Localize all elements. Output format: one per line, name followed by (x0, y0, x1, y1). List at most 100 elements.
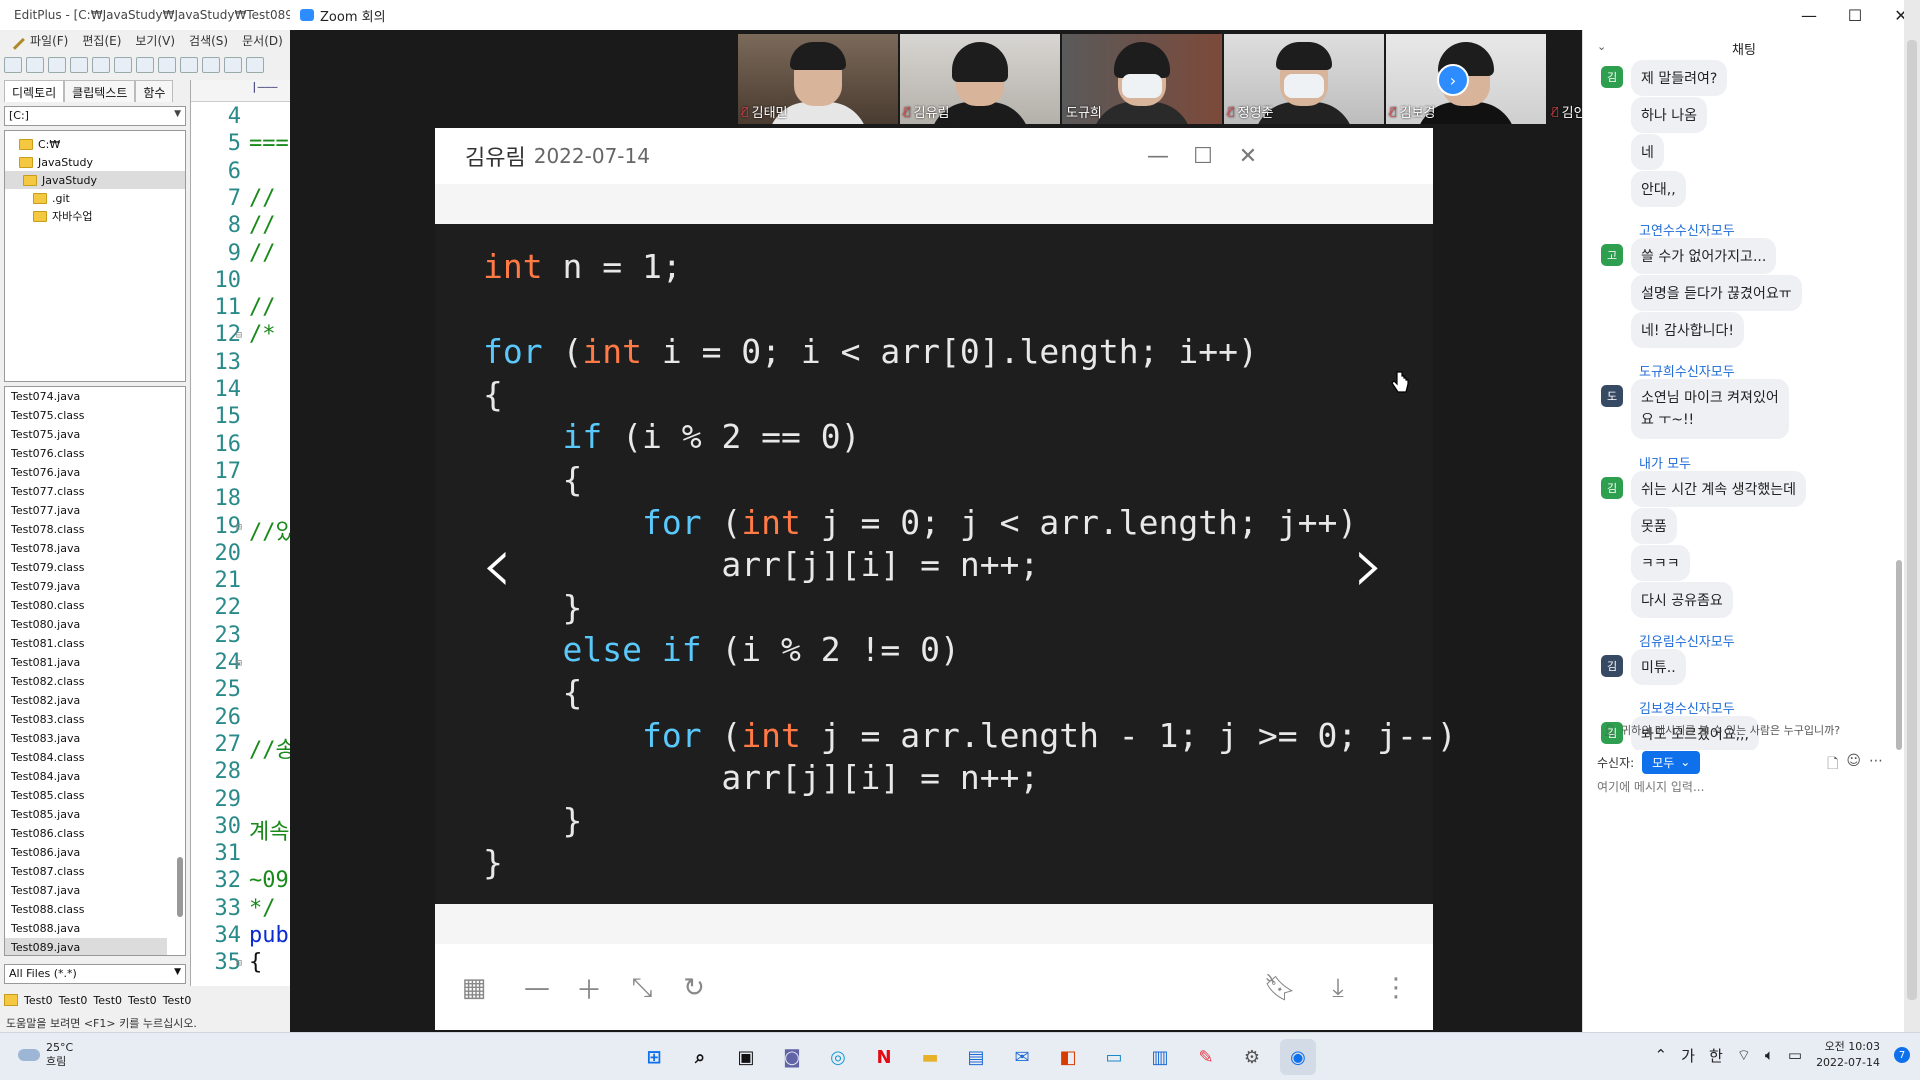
battery-icon[interactable]: ▭ (1788, 1046, 1802, 1064)
viewer-maximize-button[interactable]: ☐ (1187, 140, 1219, 172)
maximize-button[interactable]: ☐ (1832, 0, 1878, 30)
file-list-item[interactable]: Test082.java (5, 691, 185, 710)
office-icon[interactable]: ◧ (1050, 1039, 1086, 1075)
recipient-dropdown[interactable]: 모두 ⌄ (1642, 750, 1701, 774)
tree-item-javastudy[interactable]: JavaStudy (5, 153, 185, 171)
notification-badge[interactable]: 7 (1894, 1047, 1910, 1063)
chat-message-bubble[interactable]: ㅋㅋㅋ (1631, 545, 1690, 581)
file-list-item[interactable]: Test081.java (5, 653, 185, 672)
edge-icon[interactable]: ◎ (820, 1039, 856, 1075)
save-all-icon[interactable] (70, 57, 88, 73)
file-list-item[interactable]: Test084.java (5, 767, 185, 786)
doc-tab[interactable]: Test0 (59, 994, 88, 1007)
file-list-item[interactable]: Test079.java (5, 577, 185, 596)
file-filter-select[interactable]: All Files (*.*) ▼ (4, 964, 186, 984)
netflix-icon[interactable]: N (866, 1039, 902, 1075)
file-list-item[interactable]: Test076.class (5, 444, 185, 463)
rotate-icon[interactable]: ↻ (677, 971, 711, 1005)
chat-message-bubble[interactable]: 쓸 수가 없어가지고... (1631, 238, 1777, 274)
file-list-item[interactable]: Test075.java (5, 425, 185, 444)
more-icon[interactable]: ⋯ (1869, 753, 1883, 777)
minimize-button[interactable]: — (1786, 0, 1832, 30)
delete-icon[interactable] (246, 57, 264, 73)
menu-document[interactable]: 문서(D) (242, 32, 283, 49)
file-list-item[interactable]: Test083.class (5, 710, 185, 729)
search-icon[interactable]: ⌕ (682, 1039, 718, 1075)
file-list-item[interactable]: Test078.class (5, 520, 185, 539)
file-list-item[interactable]: Test077.java (5, 501, 185, 520)
tab-functions[interactable]: 함수 (135, 80, 174, 102)
participant-tile-active-speaker[interactable]: 도규희 (1062, 34, 1222, 124)
file-list-item[interactable]: Test083.java (5, 729, 185, 748)
next-image-button[interactable]: › (1345, 518, 1393, 611)
fold-toggle-icon[interactable]: ⊟ (236, 330, 242, 341)
file-list-scrollbar[interactable] (177, 857, 183, 917)
store-icon[interactable]: ▤ (958, 1039, 994, 1075)
bookmark-icon[interactable]: 🔖︎ (1263, 971, 1297, 1005)
grid-view-icon[interactable]: ▦ (457, 971, 491, 1005)
file-list-item[interactable]: Test076.java (5, 463, 185, 482)
chat-message-bubble[interactable]: 네! 감사합니다! (1631, 312, 1744, 348)
tab-directory[interactable]: 디렉토리 (4, 80, 65, 102)
more-options-icon[interactable]: ⋮ (1379, 971, 1413, 1005)
file-icon[interactable]: 🗋︎ (1827, 753, 1838, 777)
file-list-item[interactable]: Test087.java (5, 881, 185, 900)
previous-image-button[interactable]: ‹ (473, 518, 521, 611)
fold-toggle-icon[interactable]: ⊟ (236, 958, 242, 969)
ime-language[interactable]: 한 (1709, 1045, 1723, 1066)
tab-cliptext[interactable]: 클립텍스트 (64, 80, 136, 102)
file-list-item[interactable]: Test074.java (5, 387, 185, 406)
doc-tab[interactable]: Test0 (128, 994, 157, 1007)
menu-search[interactable]: 검색(S) (189, 32, 228, 49)
chat-scrollbar[interactable] (1896, 60, 1902, 750)
chevron-up-icon[interactable]: ⌃ (1655, 1046, 1668, 1064)
chat-message-bubble[interactable]: 못품 (1631, 508, 1677, 544)
zoom-out-icon[interactable]: — (520, 971, 554, 1005)
mail-icon[interactable]: ✉ (1004, 1039, 1040, 1075)
code-editor[interactable]: |——— 4 5 === 6 7//8//9//10 11//12 ⊟/* 13 14 15 16 1… (190, 80, 300, 986)
print-preview-icon[interactable] (92, 57, 110, 73)
chat-message-bubble[interactable]: 하나 나옴 (1631, 97, 1707, 133)
print-icon[interactable] (114, 57, 132, 73)
emoji-icon[interactable]: ☺ (1846, 753, 1861, 777)
file-list-item[interactable]: Test084.class (5, 748, 185, 767)
tree-item-git[interactable]: .git (5, 189, 185, 207)
file-list-item[interactable]: Test080.java (5, 615, 185, 634)
tree-item-root[interactable]: C:₩ (5, 135, 185, 153)
avatar[interactable]: 김 (1601, 655, 1623, 677)
viewer-minimize-button[interactable]: — (1142, 140, 1174, 172)
doc-tab[interactable]: Test0 (24, 994, 53, 1007)
viewer-close-button[interactable]: ✕ (1232, 140, 1264, 172)
zoom-taskbar-icon[interactable]: ◉ (1280, 1039, 1316, 1075)
open-file-icon[interactable] (26, 57, 44, 73)
chat-message-bubble[interactable]: 네 (1631, 134, 1664, 170)
who-can-see-link[interactable]: 👤︎ 귀하의 메시지를 볼 수 있는 사람은 누구입니까? (1603, 722, 1840, 738)
file-list-item[interactable]: Test085.class (5, 786, 185, 805)
start-icon[interactable]: ⊞ (636, 1039, 672, 1075)
new-file-icon[interactable] (4, 57, 22, 73)
menu-file[interactable]: 파일(F) (30, 32, 68, 49)
download-icon[interactable]: ⤓ (1321, 971, 1355, 1005)
file-list-item[interactable]: Test080.class (5, 596, 185, 615)
chat-message-list[interactable]: 김제 말들려여? 하나 나옴 네 안대,, 고연수수신자모두 고 쓸 수가 없어가지고...… (1583, 60, 1904, 750)
remote-desktop-icon[interactable]: ▭ (1096, 1039, 1132, 1075)
editplus-titlebar[interactable]: EditPlus - [C:₩JavaStudy₩JavaStudy₩Test0… (0, 0, 300, 30)
participant-tile[interactable]: 🎙̸ 김태민 (738, 34, 898, 124)
doc-tab[interactable]: Test0 (163, 994, 192, 1007)
wifi-icon[interactable]: ⌔ (1737, 1046, 1751, 1065)
chat-message-bubble[interactable]: 제 말들려여? (1631, 60, 1728, 96)
save-icon[interactable] (48, 57, 66, 73)
editplus-icon[interactable]: ✎ (1188, 1039, 1224, 1075)
volume-icon[interactable]: 🔈︎ (1765, 1046, 1774, 1064)
file-explorer-icon[interactable]: ▬ (912, 1039, 948, 1075)
file-list-item[interactable]: Test077.class (5, 482, 185, 501)
close-button[interactable]: ✕ (1878, 0, 1904, 30)
chevron-down-icon[interactable]: ⌄ (1597, 40, 1606, 53)
paste-icon[interactable] (224, 57, 242, 73)
tree-item-javastudy-selected[interactable]: JavaStudy (5, 171, 185, 189)
participant-tile[interactable]: 🎙̸ 김유림 (900, 34, 1060, 124)
ime-mode[interactable]: 가 (1681, 1045, 1695, 1066)
cut-icon[interactable] (180, 57, 198, 73)
file-list-item[interactable]: Test089.java (5, 938, 167, 955)
menu-edit[interactable]: 편집(E) (82, 32, 121, 49)
